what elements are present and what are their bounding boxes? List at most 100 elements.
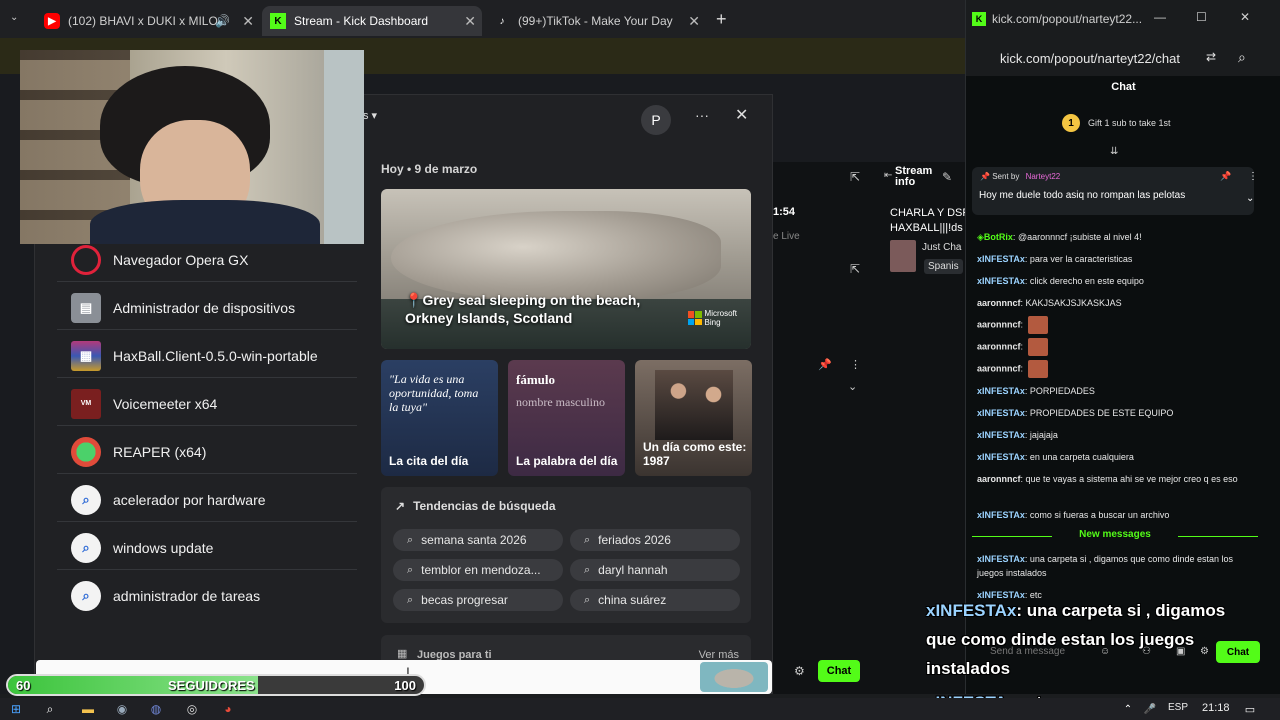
microsoft-bing-logo: Microsoft Bing <box>687 309 737 327</box>
search-icon: ⌕ <box>407 533 414 546</box>
new-tab-button[interactable]: + <box>716 9 727 30</box>
chat-message: xINFESTAx: jajajaja <box>977 430 1058 440</box>
more-vertical-icon[interactable]: ⋮ <box>850 358 861 371</box>
chevron-down-icon[interactable]: ⌄ <box>848 380 857 393</box>
scroll-down-icon[interactable]: ⇊ <box>1110 146 1118 157</box>
search-result-task-manager[interactable]: ⌕ administrador de tareas <box>57 574 357 618</box>
popout-icon[interactable]: ⇱ <box>850 262 860 276</box>
tab-list-chevron-icon[interactable]: ⌄ <box>10 12 18 23</box>
word-of-day-card[interactable]: fámulo nombre masculino La palabra del d… <box>508 360 625 476</box>
tab-tiktok[interactable]: ♪ (99+)TikTok - Make Your Day ✕ <box>486 6 706 36</box>
photo-image <box>655 370 733 440</box>
search-icon[interactable]: ⌕ <box>42 701 58 717</box>
app-row-device-manager[interactable]: ▤ Administrador de dispositivos <box>57 286 357 330</box>
notifications-icon[interactable]: ▭ <box>1242 701 1258 717</box>
emote-image <box>1027 338 1048 356</box>
chat-message: xINFESTAx: una carpeta si , digamos que … <box>977 554 1233 578</box>
app-row-haxball[interactable]: ▦ HaxBall.Client-0.5.0-win-portable <box>57 334 357 378</box>
followers-goal: 100 <box>394 678 416 693</box>
close-tab-icon[interactable]: ✕ <box>688 13 700 30</box>
trends-title: ↗ Tendencias de búsqueda <box>395 499 556 513</box>
followers-goal-bar: 60 SEGUIDORES 100 <box>6 674 426 696</box>
close-icon[interactable]: ✕ <box>735 105 748 125</box>
word-sub: nombre masculino <box>516 395 605 409</box>
file-explorer-icon[interactable]: ▬ <box>80 701 96 717</box>
obs-icon[interactable]: ◎ <box>184 701 200 717</box>
kick-icon: K <box>972 12 986 26</box>
search-result-hw-accel[interactable]: ⌕ acelerador por hardware <box>57 478 357 522</box>
close-tab-icon[interactable]: ✕ <box>464 13 476 30</box>
chevron-down-icon[interactable]: ⌄ <box>1246 193 1254 204</box>
trend-chip[interactable]: ⌕ semana santa 2026 <box>393 529 563 551</box>
pinned-message: 📌 Sent by Narteyt22 Hoy me duele todo as… <box>972 167 1258 215</box>
stream-title: CHARLA Y DSP HAXBALL|||!ds <box>890 207 970 234</box>
quote-text: "La vida es una oportunidad, toma la tuy… <box>389 372 479 414</box>
search-result-windows-update[interactable]: ⌕ windows update <box>57 526 357 570</box>
translate-icon[interactable]: ⇄ <box>1206 50 1216 64</box>
more-vertical-icon[interactable]: ⋮ <box>1248 171 1258 182</box>
settings-icon[interactable]: ⚙ <box>794 664 805 678</box>
trend-chip[interactable]: ⌕ becas progresar <box>393 589 563 611</box>
quote-of-day-card[interactable]: "La vida es una oportunidad, toma la tuy… <box>381 360 498 476</box>
stream-info-title: Stream info <box>895 165 933 188</box>
window-title: kick.com/popout/narteyt22... <box>992 12 1143 26</box>
search-icon: ⌕ <box>71 484 101 515</box>
taskbar: ⊞ ⌕ ▬ ◉ ◍ ◎ ◕ ⌃ 🎤 ESP 21:18 ▭ <box>0 698 1280 720</box>
stream-uptime: 1:54 <box>773 206 796 218</box>
winrar-icon: ▦ <box>71 340 101 371</box>
app-row-opera-gx[interactable]: o Navegador Opera GX <box>57 238 357 282</box>
steam-icon[interactable]: ◉ <box>114 701 130 717</box>
tab-title: (102) BHAVI x DUKI x MILO <box>68 14 218 28</box>
bing-hero-image[interactable]: 📍Grey seal sleeping on the beach, Orkney… <box>381 189 751 349</box>
collapse-icon[interactable]: ⇤ <box>884 170 892 181</box>
tray-chevron-up-icon[interactable]: ⌃ <box>1120 701 1136 717</box>
language-indicator[interactable]: ESP <box>1168 702 1188 713</box>
trend-chip[interactable]: ⌕ temblor en mendoza... <box>393 559 563 581</box>
chrome-icon[interactable]: ◕ <box>220 701 236 717</box>
minimize-icon[interactable]: — <box>1154 10 1166 24</box>
windows-start-icon[interactable]: ⊞ <box>8 701 24 717</box>
search-icon: ⌕ <box>584 563 591 576</box>
discord-icon[interactable]: ◍ <box>148 701 164 717</box>
tab-title: Stream - Kick Dashboard <box>294 14 429 28</box>
curtain-image <box>324 50 364 244</box>
trend-chip[interactable]: ⌕ daryl hannah <box>570 559 740 581</box>
speaker-icon[interactable]: 🔊 <box>215 14 230 28</box>
microphone-icon[interactable]: 🎤 <box>1142 701 1158 717</box>
emote-image <box>1027 316 1048 334</box>
trend-chip[interactable]: ⌕ china suárez <box>570 589 740 611</box>
trend-chip[interactable]: ⌕ feriados 2026 <box>570 529 740 551</box>
tab-youtube[interactable]: ▶ (102) BHAVI x DUKI x MILO 🔊 ✕ <box>36 6 260 36</box>
dashboard-chat-button[interactable]: Chat <box>818 660 860 682</box>
close-icon[interactable]: ✕ <box>1240 10 1250 24</box>
gift-sub-banner[interactable]: 1 Gift 1 sub to take 1st <box>1062 114 1171 132</box>
chat-url-bar[interactable]: kick.com/popout/narteyt22/chat ⇄ ⌕ <box>966 40 1280 76</box>
app-row-voicemeeter[interactable]: VM Voicemeeter x64 <box>57 382 357 426</box>
games-icon: ▦ <box>397 648 408 660</box>
zoom-icon[interactable]: ⌕ <box>1238 49 1246 66</box>
chat-titlebar: K kick.com/popout/narteyt22... — ☐ ✕ <box>966 0 1280 40</box>
filter-chevron-icon[interactable]: s ▾ <box>363 109 377 122</box>
edit-icon[interactable]: ✎ <box>942 170 952 184</box>
maximize-icon[interactable]: ☐ <box>1196 10 1207 24</box>
more-icon[interactable]: ··· <box>695 107 709 123</box>
chat-message: xINFESTAx: como si fueras a buscar un ar… <box>977 510 1170 520</box>
webcam-feed <box>20 50 364 244</box>
this-day-card[interactable]: Un día como este: 1987 <box>635 360 752 476</box>
taskbar-clock[interactable]: 21:18 <box>1202 702 1230 714</box>
popout-icon[interactable]: ⇱ <box>850 170 860 184</box>
close-tab-icon[interactable]: ✕ <box>242 13 254 30</box>
streamer-shirt <box>90 200 320 244</box>
botrix-icon: ◈ <box>977 232 984 242</box>
tab-kick-dashboard[interactable]: K Stream - Kick Dashboard ✕ <box>262 6 482 36</box>
device-manager-icon: ▤ <box>71 292 101 323</box>
chat-message: xINFESTAx: en una carpeta cualquiera <box>977 452 1134 462</box>
unpin-icon[interactable]: 📌 <box>1220 171 1231 182</box>
profile-avatar[interactable]: P <box>641 105 671 135</box>
kick-icon: K <box>270 13 286 29</box>
app-row-reaper[interactable]: REAPER (x64) <box>57 430 357 474</box>
pin-icon[interactable]: 📌 <box>818 358 832 371</box>
chat-message: xINFESTAx: PORPIEDADES <box>977 386 1095 396</box>
tiktok-icon: ♪ <box>499 15 505 27</box>
chat-message: ◈BotRix: @aaronnncf ¡subiste al nivel 4! <box>977 232 1142 242</box>
